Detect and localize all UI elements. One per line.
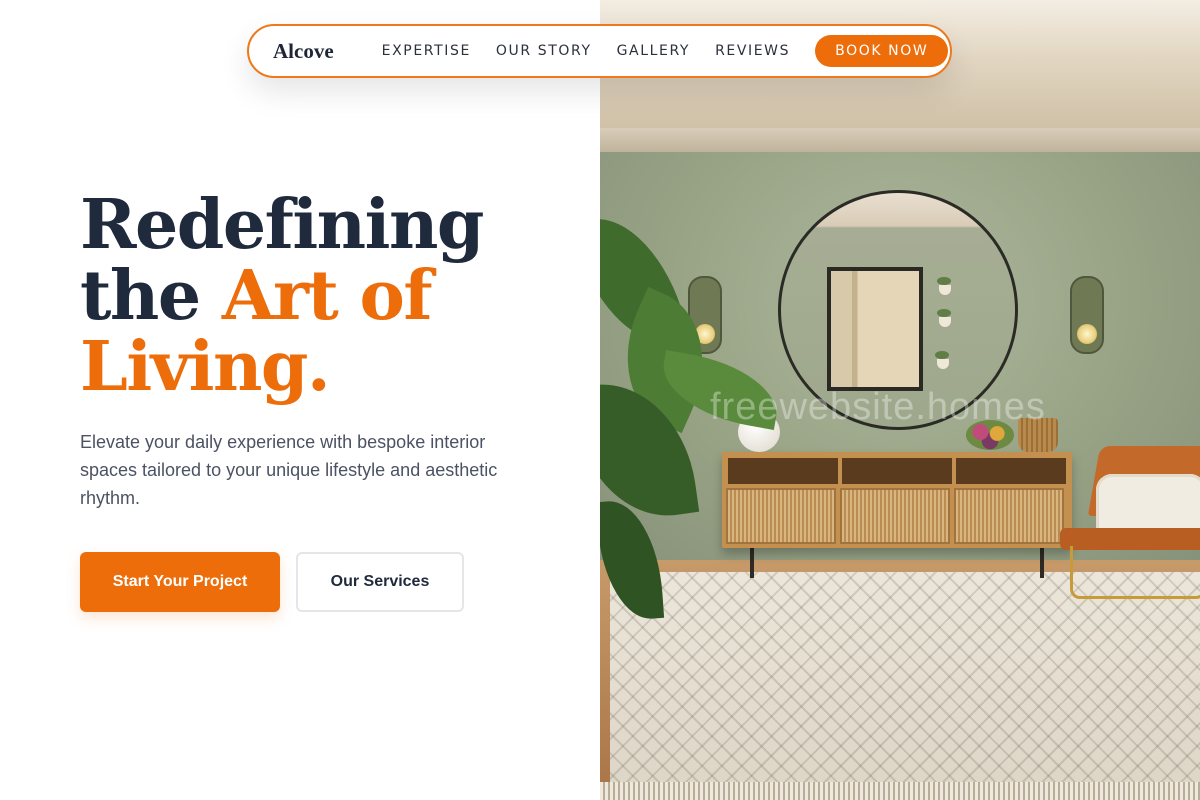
- hero-subtitle: Elevate your daily experience with bespo…: [80, 432, 498, 508]
- hero-title-line3-accent: Living.: [80, 327, 331, 407]
- book-now-button[interactable]: BOOK NOW: [815, 35, 949, 67]
- orange-lounge-chair: [1050, 446, 1200, 599]
- mirror-reflection-art: [831, 271, 919, 387]
- rug-fringe: [600, 782, 1200, 800]
- nav-link-our-story[interactable]: OUR STORY: [496, 43, 592, 59]
- hero-image: freewebsite.homes: [600, 0, 1200, 800]
- soffit: [600, 128, 1200, 154]
- watermark: freewebsite.homes: [710, 386, 1046, 428]
- hero-title-line2-accent: Art of: [221, 256, 433, 336]
- nav-link-reviews[interactable]: REVIEWS: [715, 43, 790, 59]
- our-services-button[interactable]: Our Services: [296, 552, 464, 612]
- hero-title-line2-dark: the: [80, 256, 201, 336]
- start-project-button[interactable]: Start Your Project: [80, 552, 280, 612]
- wall-sconce-right: [1070, 276, 1104, 354]
- logo[interactable]: Alcove: [273, 39, 334, 64]
- nav-link-gallery[interactable]: GALLERY: [617, 43, 690, 59]
- hero-title-line1: Redefining: [80, 185, 484, 265]
- top-navbar: Alcove EXPERTISE OUR STORY GALLERY REVIE…: [247, 24, 952, 78]
- rattan-console: [722, 452, 1072, 548]
- nav-link-expertise[interactable]: EXPERTISE: [382, 43, 471, 59]
- hero-title: Redefining the Art of Living.: [80, 190, 484, 403]
- nav-links: EXPERTISE OUR STORY GALLERY REVIEWS: [382, 43, 815, 59]
- patterned-rug: [610, 572, 1200, 794]
